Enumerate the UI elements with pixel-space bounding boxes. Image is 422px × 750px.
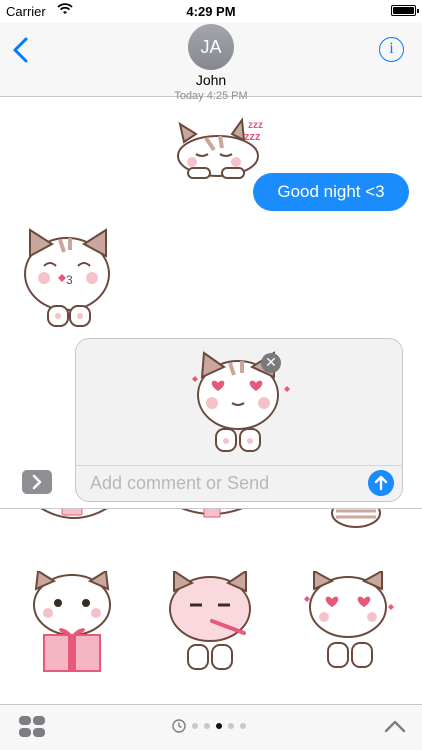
drawer-sticker-partial-1[interactable] [32,509,116,531]
drawer-sticker-heart-eyes-cat[interactable] [300,571,398,675]
page-dot-active[interactable] [216,723,222,729]
status-bar: Carrier 4:29 PM [0,0,422,22]
recents-clock-icon[interactable] [172,719,186,733]
composer-divider [76,465,402,466]
info-icon[interactable]: i [379,37,404,62]
drawer-sticker-partial-3[interactable] [328,509,384,533]
drawer-sticker-partial-2[interactable] [170,509,254,525]
message-timestamp: Today 4:25 PM [174,90,248,102]
page-dot[interactable] [240,723,246,729]
conversation-header: JA John i [0,22,422,97]
sticker-preview-composer: ✕ Add comment or Send [75,338,403,502]
drawer-sticker-sick-cat[interactable] [162,571,258,675]
sticker-drawer [0,509,422,704]
send-arrow-icon[interactable] [368,470,394,496]
status-time: 4:29 PM [186,4,236,19]
bottom-toolbar [0,704,422,750]
received-sticker-kiss-cat[interactable]: 3 [20,226,116,330]
page-dot[interactable] [228,723,234,729]
app-drawer-icon[interactable] [18,715,46,739]
svg-text:3: 3 [66,273,73,287]
collapse-chevron-icon[interactable] [384,719,406,733]
expand-chevron-icon[interactable] [22,470,52,494]
svg-text:zzz: zzz [248,120,263,131]
comment-input[interactable]: Add comment or Send [90,473,269,494]
close-icon[interactable]: ✕ [261,353,281,373]
page-dot[interactable] [204,723,210,729]
battery-icon [391,5,419,16]
page-dot[interactable] [192,723,198,729]
back-chevron-icon[interactable] [10,36,32,64]
drawer-sticker-gift-cat[interactable] [26,571,118,675]
contact-name[interactable]: John [0,72,422,88]
page-indicator[interactable] [172,719,246,733]
outgoing-message-bubble[interactable]: Good night <3 [253,173,409,211]
avatar[interactable]: JA [188,24,234,70]
svg-text:zzz: zzz [244,131,261,143]
sent-sticker-sleeping-cat[interactable]: zzz zzz [170,116,278,180]
